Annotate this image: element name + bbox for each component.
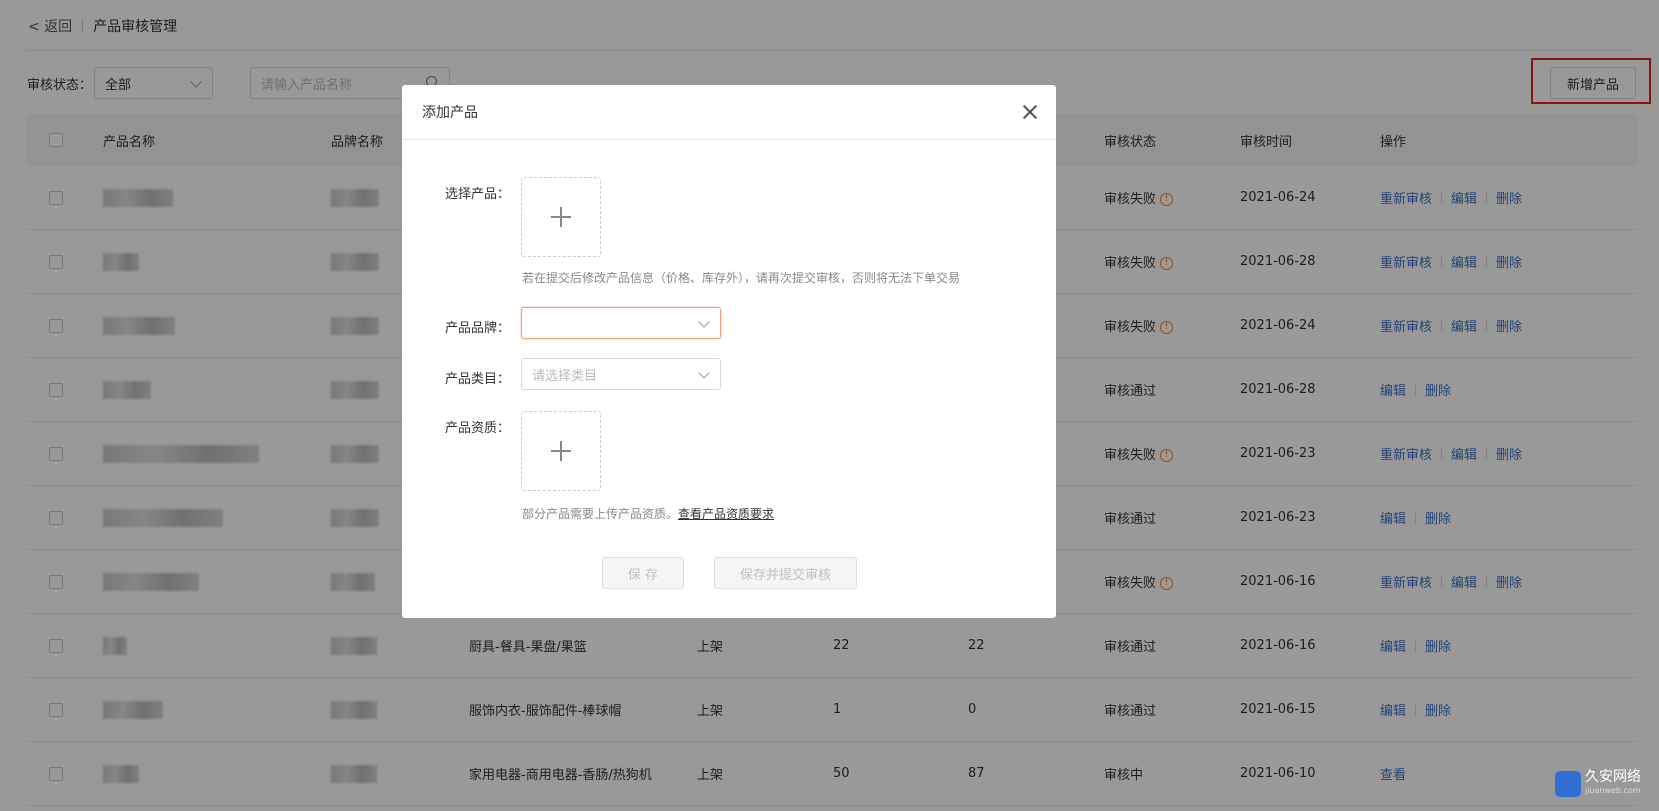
qualification-requirements-link[interactable]: 查看产品资质要求: [678, 507, 774, 521]
select-product-label: 选择产品：: [444, 187, 510, 202]
watermark-domain: jiuanweb.com: [1585, 786, 1641, 795]
brand-label: 产品品牌：: [444, 321, 510, 336]
select-product-hint: 若在提交后修改产品信息（价格、库存外），请再次提交审核，否则将无法下单交易: [522, 271, 961, 285]
select-product-upload[interactable]: [521, 177, 601, 257]
dialog-title: 添加产品: [422, 105, 478, 121]
save-submit-button[interactable]: 保存并提交审核: [714, 557, 857, 589]
watermark-logo-icon: [1555, 771, 1581, 797]
qualification-upload[interactable]: [521, 411, 601, 491]
add-product-dialog: 添加产品 选择产品： 若在提交后修改产品信息（价格、库存外），请再次提交审核，否…: [402, 85, 1056, 618]
plus-icon: [551, 207, 571, 227]
category-label: 产品类目：: [444, 372, 510, 387]
watermark: 久安网络 jiuanweb.com: [1555, 770, 1641, 798]
close-icon[interactable]: [1022, 104, 1038, 120]
watermark-text: 久安网络 jiuanweb.com: [1585, 770, 1641, 798]
qualification-hint: 部分产品需要上传产品资质。查看产品资质要求: [522, 505, 774, 522]
save-button[interactable]: 保 存: [602, 557, 684, 589]
qualification-hint-text: 部分产品需要上传产品资质。: [522, 507, 679, 521]
dialog-header: 添加产品: [402, 85, 1056, 140]
chevron-down-icon: [698, 367, 710, 379]
category-placeholder: 请选择类目: [532, 368, 598, 384]
plus-icon: [551, 441, 571, 461]
watermark-name: 久安网络: [1585, 769, 1641, 785]
chevron-down-icon: [698, 316, 710, 328]
qualification-label: 产品资质：: [444, 421, 510, 436]
category-select[interactable]: 请选择类目: [521, 358, 721, 390]
brand-select[interactable]: [521, 307, 721, 339]
